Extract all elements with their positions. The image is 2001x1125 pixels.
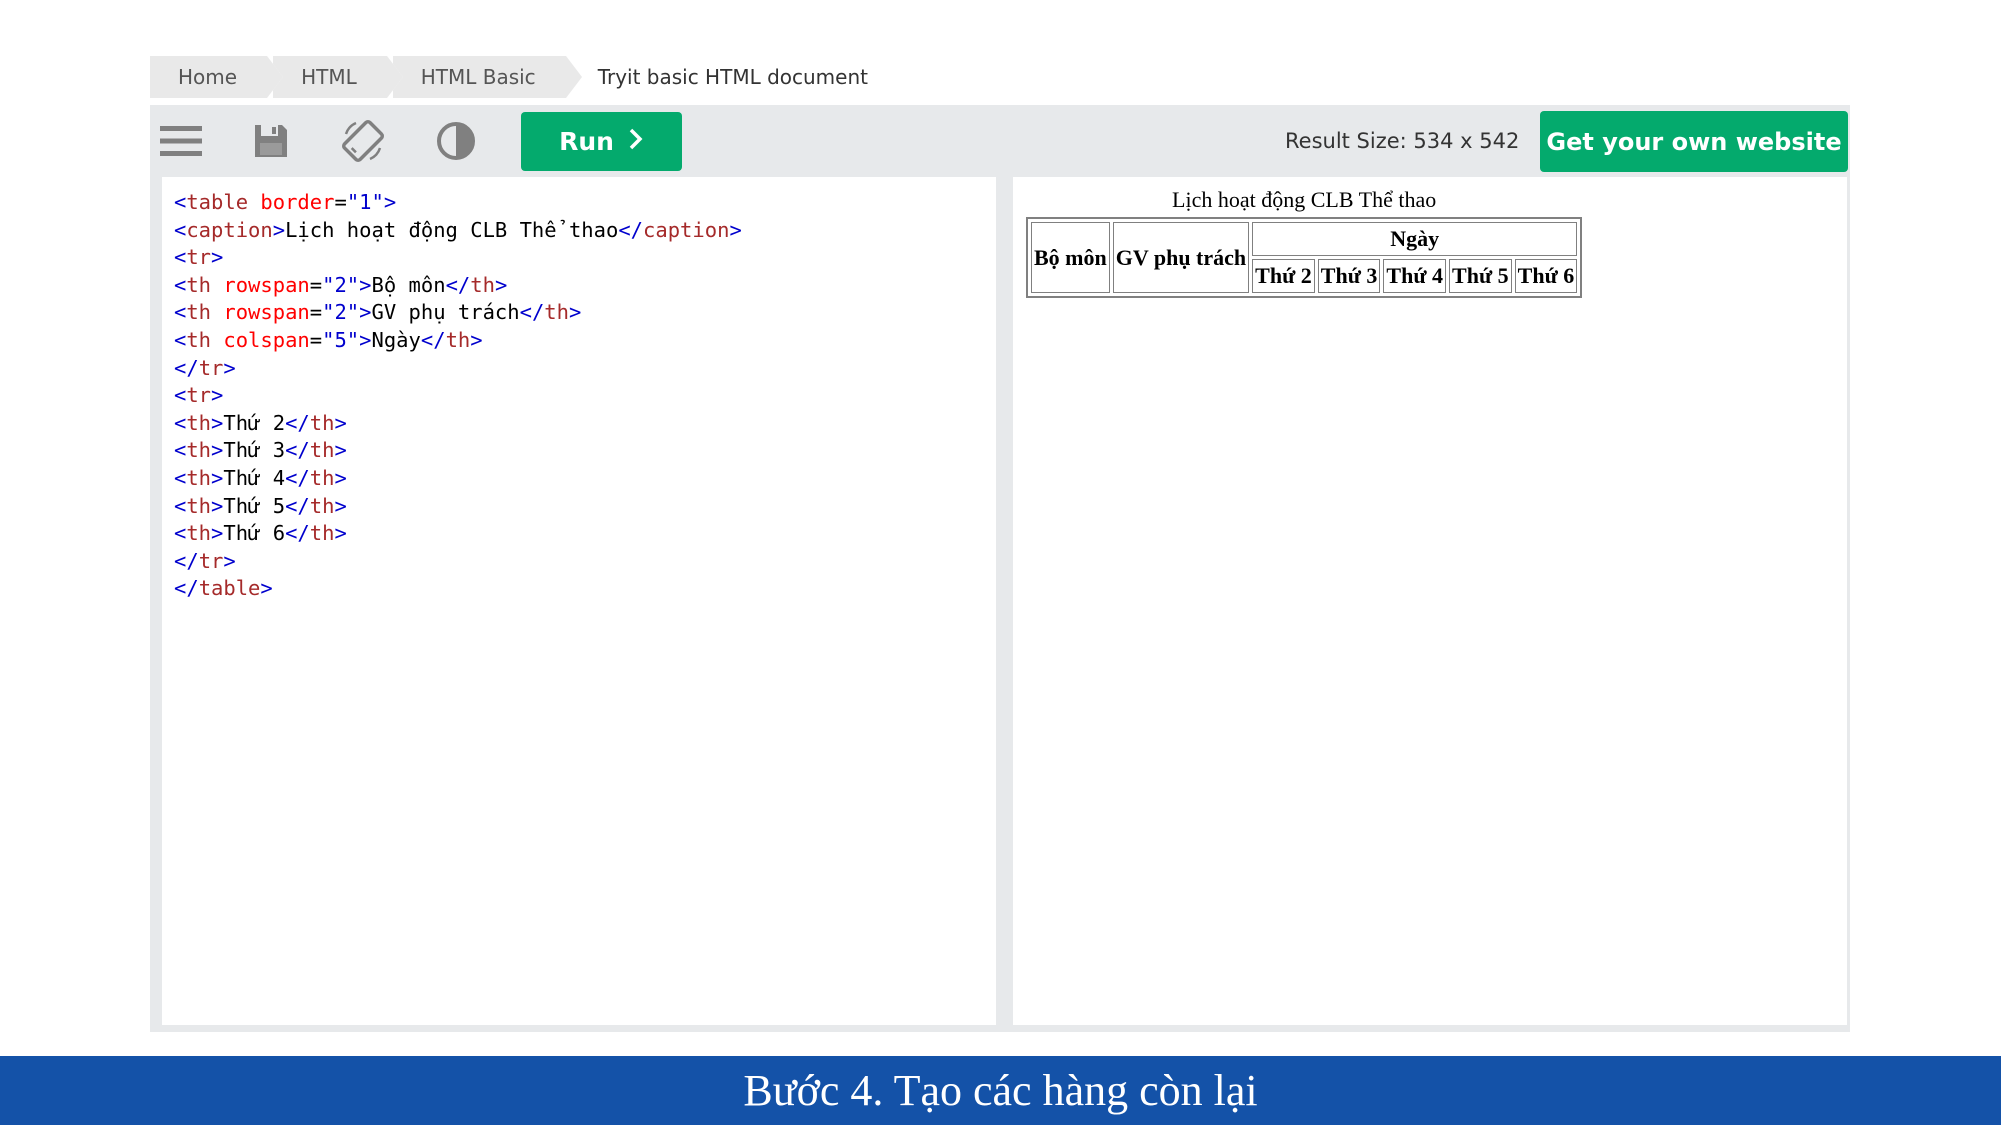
code-line: <th>Thứ 3</th> xyxy=(174,438,347,463)
slide-footer-banner: Bước 4. Tạo các hàng còn lại xyxy=(0,1056,2001,1125)
result-th-day: Ngày xyxy=(1252,222,1578,256)
breadcrumb-item-home[interactable]: Home xyxy=(150,56,284,98)
code-editor[interactable]: <table border="1"> <caption>Lịch hoạt độn… xyxy=(162,177,996,1025)
breadcrumb: Home HTML HTML Basic Tryit basic HTML do… xyxy=(150,56,904,98)
code-line: <table border="1"> xyxy=(174,190,397,214)
rotate-icon[interactable] xyxy=(340,119,386,163)
breadcrumb-current: Tryit basic HTML document xyxy=(565,56,898,98)
toolbar: Run Result Size: 534 x 542 Get your own … xyxy=(150,105,1850,177)
code-line: <th colspan="5">Ngày</th> xyxy=(174,327,483,352)
result-th-day-item: Thứ 6 xyxy=(1514,259,1578,293)
code-line: <tr> xyxy=(174,383,224,408)
result-th-day-item: Thứ 2 xyxy=(1252,259,1315,293)
code-line: <th>Thứ 2</th> xyxy=(174,410,347,435)
chevron-right-icon xyxy=(628,127,644,157)
code-line: </tr> xyxy=(174,355,236,380)
code-line: </tr> xyxy=(174,548,236,573)
result-th-day-item: Thứ 5 xyxy=(1449,259,1512,293)
save-icon[interactable] xyxy=(248,119,294,163)
get-your-own-website-button[interactable]: Get your own website xyxy=(1540,111,1848,172)
result-table: Lịch hoạt động CLB Thể thao Bộ môn GV ph… xyxy=(1026,187,1583,298)
result-frame: Lịch hoạt động CLB Thể thao Bộ môn GV ph… xyxy=(1013,177,1847,1025)
code-line: <th rowspan="2">Bộ môn</th> xyxy=(174,272,508,297)
code-line: <th>Thứ 4</th> xyxy=(174,465,347,490)
menu-icon[interactable] xyxy=(158,119,204,163)
code-line: <th rowspan="2">GV phụ trách</th> xyxy=(174,300,582,325)
breadcrumb-item-html[interactable]: HTML xyxy=(267,56,403,98)
run-button-label: Run xyxy=(559,127,614,156)
result-th-day-item: Thứ 3 xyxy=(1317,259,1381,293)
slide-footer-title: Bước 4. Tạo các hàng còn lại xyxy=(743,1066,1258,1115)
contrast-icon[interactable] xyxy=(433,119,479,163)
breadcrumb-item-html-basic[interactable]: HTML Basic xyxy=(386,56,582,98)
code-line: <th>Thứ 6</th> xyxy=(174,521,347,546)
code-content[interactable]: <table border="1"> <caption>Lịch hoạt độn… xyxy=(174,189,742,603)
result-table-caption: Lịch hoạt động CLB Thể thao xyxy=(1172,187,1437,212)
code-line: <th>Thứ 5</th> xyxy=(174,493,347,518)
code-line: <caption>Lịch hoạt động CLB Thể thao</ca… xyxy=(174,217,742,242)
result-header-row-1: Bộ môn GV phụ trách Ngày xyxy=(1031,222,1578,293)
code-line: </table> xyxy=(174,576,273,601)
result-th-day-item: Thứ 4 xyxy=(1383,259,1447,293)
code-line: <tr> xyxy=(174,245,224,270)
result-th-subject: Bộ môn xyxy=(1031,222,1110,293)
run-button[interactable]: Run xyxy=(521,112,682,171)
result-th-teacher: GV phụ trách xyxy=(1112,222,1250,293)
result-size-label: Result Size: 534 x 542 xyxy=(1285,129,1520,153)
